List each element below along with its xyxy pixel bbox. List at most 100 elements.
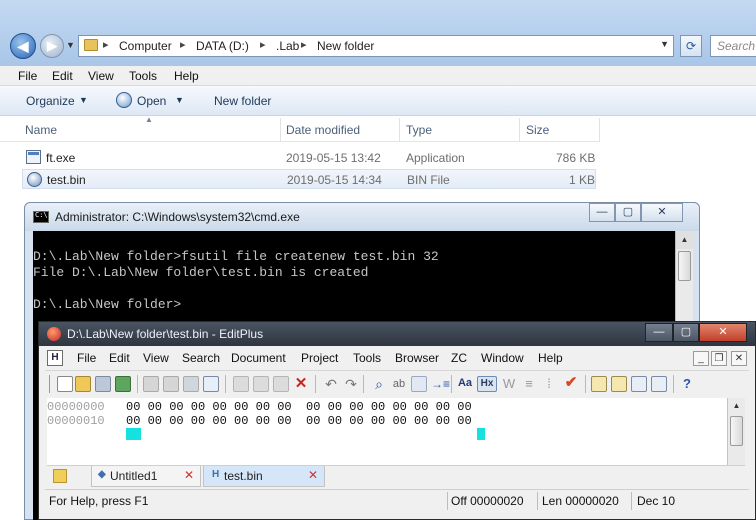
menu-view[interactable]: View (143, 351, 169, 365)
open-button[interactable]: Open (137, 94, 166, 108)
editplus-titlebar[interactable]: D:\.Lab\New folder\test.bin - EditPlus —… (39, 322, 755, 346)
cliptext-icon[interactable] (591, 376, 607, 392)
scroll-thumb[interactable] (730, 416, 743, 446)
refresh-button[interactable]: ⟳ (680, 35, 702, 57)
column-name[interactable]: Name (25, 123, 57, 137)
folder-icon[interactable] (53, 469, 67, 483)
breadcrumb-lab[interactable]: .Lab (276, 39, 299, 53)
maximize-icon[interactable]: ▢ (673, 323, 699, 342)
find-icon[interactable]: ⌕ (371, 376, 387, 392)
font-icon[interactable]: Aa (457, 376, 473, 392)
breadcrumb-data-drive[interactable]: DATA (D:) (196, 39, 249, 53)
cut-icon[interactable] (233, 376, 249, 392)
breadcrumb-new-folder[interactable]: New folder (317, 39, 374, 53)
menu-view[interactable]: View (88, 69, 114, 83)
forward-button[interactable]: ▶ (40, 34, 64, 58)
menu-file[interactable]: File (77, 351, 96, 365)
file-list-header: ▲ Name Date modified Type Size (0, 115, 600, 142)
open-file-icon[interactable] (75, 376, 91, 392)
menu-browser[interactable]: Browser (395, 351, 439, 365)
hex-address: 00000000 (47, 400, 105, 414)
mdi-close-icon[interactable]: ✕ (731, 351, 747, 366)
menu-edit[interactable]: Edit (52, 69, 73, 83)
delete-icon[interactable]: ✕ (293, 376, 309, 392)
address-bar[interactable]: ▸ Computer ▸ DATA (D:) ▸ .Lab ▸ New fold… (78, 35, 674, 57)
column-divider[interactable] (599, 118, 600, 142)
save-icon[interactable] (95, 376, 111, 392)
line-numbers-icon[interactable]: ≡ (521, 376, 537, 392)
organize-dropdown-icon[interactable]: ▼ (79, 95, 88, 105)
column-divider[interactable] (519, 118, 520, 142)
menu-help[interactable]: Help (174, 69, 199, 83)
menu-project[interactable]: Project (301, 351, 338, 365)
cmd-titlebar[interactable]: Administrator: C:\Windows\system32\cmd.e… (25, 203, 699, 231)
tab-test-bin[interactable]: H test.bin ✕ (203, 466, 325, 487)
back-button[interactable]: ◀ (10, 33, 36, 59)
breadcrumb-computer[interactable]: Computer (119, 39, 172, 53)
new-folder-button[interactable]: New folder (214, 94, 271, 108)
menu-edit[interactable]: Edit (109, 351, 130, 365)
browser-icon[interactable] (203, 376, 219, 392)
undo-icon[interactable]: ↶ (323, 376, 339, 392)
sort-ascending-icon: ▲ (145, 115, 153, 124)
minimize-icon[interactable]: — (589, 203, 615, 222)
print-icon[interactable] (143, 376, 159, 392)
tab-close-icon[interactable]: ✕ (184, 468, 194, 482)
check-icon[interactable]: ✔ (563, 375, 579, 392)
word-wrap-icon[interactable]: W (501, 376, 517, 392)
column-date-modified[interactable]: Date modified (286, 123, 360, 137)
column-divider[interactable] (280, 118, 281, 142)
close-icon[interactable]: ✕ (641, 203, 683, 222)
tab-close-icon[interactable]: ✕ (308, 468, 318, 482)
goto-line-icon[interactable]: →≡ (431, 376, 450, 392)
hex-editor[interactable]: 00000000 00 00 00 00 00 00 00 00 00 00 0… (47, 398, 745, 465)
menu-file[interactable]: File (18, 69, 37, 83)
close-icon[interactable]: ✕ (699, 323, 747, 342)
scroll-up-icon[interactable]: ▲ (728, 398, 745, 414)
menu-tools[interactable]: Tools (129, 69, 157, 83)
ruler-icon[interactable]: ⁞ (541, 376, 557, 392)
menu-document[interactable]: Document (231, 351, 286, 365)
column-size[interactable]: Size (526, 123, 549, 137)
redo-icon[interactable]: ↷ (343, 376, 359, 392)
copy-icon[interactable] (253, 376, 269, 392)
column-divider[interactable] (399, 118, 400, 142)
menu-zc[interactable]: ZC (451, 351, 467, 365)
find-in-files-icon[interactable] (411, 376, 427, 392)
save-all-icon[interactable] (115, 376, 131, 392)
scroll-thumb[interactable] (678, 251, 691, 281)
toolbar-separator (315, 375, 316, 393)
status-bar: For Help, press F1 Off 00000020 Len 0000… (45, 489, 749, 511)
replace-icon[interactable]: ab (391, 376, 407, 392)
menu-search[interactable]: Search (182, 351, 220, 365)
print-preview-icon[interactable] (163, 376, 179, 392)
open-dropdown-icon[interactable]: ▼ (175, 95, 184, 105)
menu-window[interactable]: Window (481, 351, 524, 365)
scroll-up-icon[interactable]: ▲ (676, 231, 693, 249)
document-icon[interactable]: H (47, 350, 63, 366)
mdi-restore-icon[interactable]: ❐ (711, 351, 727, 366)
column-type[interactable]: Type (406, 123, 432, 137)
mdi-minimize-icon[interactable]: _ (693, 351, 709, 366)
search-input[interactable]: Search (710, 35, 756, 57)
recent-pages-dropdown-icon[interactable]: ▼ (66, 40, 75, 50)
tab-untitled1[interactable]: ◆ Untitled1 ✕ (91, 466, 201, 487)
hex-viewer-icon[interactable]: Hx (477, 376, 497, 392)
minimize-icon[interactable]: — (645, 323, 673, 342)
context-help-icon[interactable]: ? (679, 376, 695, 392)
file-row-selected[interactable]: test.bin 2019-05-15 14:34 BIN File 1 KB (22, 169, 596, 189)
new-file-icon[interactable] (57, 376, 73, 392)
spell-check-icon[interactable] (183, 376, 199, 392)
paste-icon[interactable] (273, 376, 289, 392)
organize-button[interactable]: Organize (26, 94, 75, 108)
file-row[interactable]: ft.exe 2019-05-15 13:42 Application 786 … (22, 148, 596, 168)
full-screen-icon[interactable] (651, 376, 667, 392)
directory-icon[interactable] (611, 376, 627, 392)
file-date: 2019-05-15 13:42 (286, 151, 381, 165)
output-window-icon[interactable] (631, 376, 647, 392)
address-dropdown-icon[interactable]: ▼ (660, 39, 669, 49)
maximize-icon[interactable]: ▢ (615, 203, 641, 222)
menu-help[interactable]: Help (538, 351, 563, 365)
menu-tools[interactable]: Tools (353, 351, 381, 365)
editor-scrollbar[interactable]: ▲ (727, 398, 745, 465)
